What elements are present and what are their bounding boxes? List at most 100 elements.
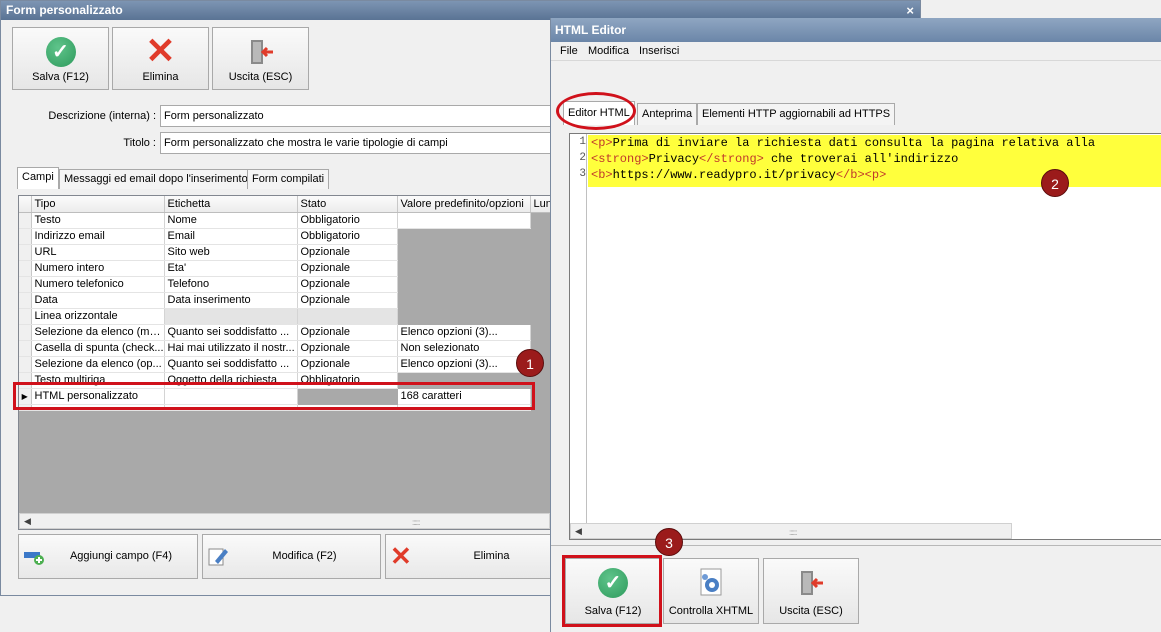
- row-indicator[interactable]: [19, 228, 32, 245]
- table-cell[interactable]: [530, 212, 550, 229]
- table-cell[interactable]: Telefono: [164, 276, 298, 293]
- table-row[interactable]: Selezione da elenco (me... Quanto sei sod…: [19, 324, 550, 341]
- code-scroll-grip[interactable]: ::::::: [789, 528, 797, 537]
- edit-button[interactable]: Modifica (F2): [202, 534, 381, 579]
- table-row[interactable]: Casella di spunta (check... Hai mai utili…: [19, 340, 550, 357]
- row-indicator[interactable]: [19, 292, 32, 309]
- row-indicator[interactable]: [19, 260, 32, 277]
- fields-grid[interactable]: Tipo Etichetta Stato Valore predefinito/…: [18, 195, 551, 530]
- exit-button[interactable]: Uscita (ESC): [212, 27, 309, 90]
- tab-campi[interactable]: Campi: [17, 167, 59, 189]
- add-field-button[interactable]: Aggiungi campo (F4): [18, 534, 198, 579]
- table-cell[interactable]: Testo: [31, 212, 165, 229]
- table-cell[interactable]: [397, 260, 531, 277]
- tab-form-compilati[interactable]: Form compilati: [247, 169, 330, 189]
- row-indicator[interactable]: [19, 340, 32, 357]
- table-row[interactable]: Data Data inserimento Opzionale: [19, 292, 550, 309]
- table-cell[interactable]: Opzionale: [297, 292, 398, 309]
- table-cell[interactable]: [397, 308, 531, 325]
- menu-file[interactable]: File: [560, 45, 578, 57]
- descrizione-input[interactable]: Form personalizzato: [160, 105, 552, 127]
- table-cell[interactable]: Quanto sei soddisfatto ...: [164, 324, 298, 341]
- table-cell[interactable]: Linea orizzontale: [31, 308, 165, 325]
- code-line[interactable]: <strong>Privacy</strong> che troverai al…: [591, 151, 958, 167]
- table-cell[interactable]: Hai mai utilizzato il nostr...: [164, 340, 298, 357]
- menu-inserisci[interactable]: Inserisci: [639, 45, 679, 57]
- table-cell[interactable]: Obbligatorio: [297, 228, 398, 245]
- table-cell[interactable]: [297, 308, 398, 325]
- table-cell[interactable]: Opzionale: [297, 244, 398, 261]
- table-cell[interactable]: Data inserimento: [164, 292, 298, 309]
- table-cell[interactable]: [397, 244, 531, 261]
- table-cell[interactable]: [530, 324, 550, 341]
- row-indicator[interactable]: [19, 244, 32, 261]
- table-cell[interactable]: Sito web: [164, 244, 298, 261]
- table-cell[interactable]: Numero intero: [31, 260, 165, 277]
- table-cell[interactable]: [164, 308, 298, 325]
- html-code-editor[interactable]: 1 2 3 <p>Prima di inviare la richiesta dat…: [569, 133, 1161, 540]
- table-cell[interactable]: [530, 260, 550, 277]
- save-button[interactable]: ✓ Salva (F12): [12, 27, 109, 90]
- table-cell[interactable]: [397, 276, 531, 293]
- table-cell[interactable]: Selezione da elenco (me...: [31, 324, 165, 341]
- column-header-etichetta[interactable]: Etichetta: [164, 196, 298, 213]
- row-indicator[interactable]: [19, 324, 32, 341]
- tab-anteprima[interactable]: Anteprima: [637, 103, 698, 125]
- table-row[interactable]: Testo Nome Obbligatorio: [19, 212, 550, 229]
- row-indicator[interactable]: [19, 276, 32, 293]
- table-cell[interactable]: Data: [31, 292, 165, 309]
- editor-exit-button[interactable]: Uscita (ESC): [763, 558, 859, 624]
- table-cell[interactable]: Opzionale: [297, 356, 398, 373]
- table-cell[interactable]: [530, 276, 550, 293]
- table-row[interactable]: URL Sito web Opzionale: [19, 244, 550, 261]
- table-cell[interactable]: Opzionale: [297, 324, 398, 341]
- code-scroll-left-arrow-icon[interactable]: ◀: [575, 526, 582, 537]
- table-cell[interactable]: [530, 308, 550, 325]
- code-line[interactable]: <b>https://www.readypro.it/privacy</b><p…: [591, 167, 886, 183]
- table-cell[interactable]: Eta': [164, 260, 298, 277]
- grid-horizontal-scrollbar[interactable]: ◀ ::::::: [19, 513, 550, 529]
- table-cell[interactable]: Opzionale: [297, 340, 398, 357]
- table-cell[interactable]: Obbligatorio: [297, 212, 398, 229]
- table-cell[interactable]: Nome: [164, 212, 298, 229]
- scroll-grip[interactable]: ::::::: [412, 518, 420, 527]
- table-row[interactable]: Indirizzo email Email Obbligatorio: [19, 228, 550, 245]
- table-cell[interactable]: Elenco opzioni (3)...: [397, 356, 531, 373]
- titolo-input[interactable]: Form personalizzato che mostra le varie …: [160, 132, 552, 154]
- table-cell[interactable]: Email: [164, 228, 298, 245]
- check-xhtml-button[interactable]: Controlla XHTML: [663, 558, 759, 624]
- row-indicator[interactable]: [19, 308, 32, 325]
- tab-elementi-http[interactable]: Elementi HTTP aggiornabili ad HTTPS: [697, 103, 896, 125]
- table-cell[interactable]: [397, 212, 531, 229]
- table-cell[interactable]: [530, 292, 550, 309]
- table-cell[interactable]: [530, 244, 550, 261]
- menu-modifica[interactable]: Modifica: [588, 45, 629, 57]
- code-horizontal-scrollbar[interactable]: ◀ ::::::: [570, 523, 1012, 539]
- tab-messaggi[interactable]: Messaggi ed email dopo l'inserimento: [59, 169, 253, 189]
- column-header-lunghezza[interactable]: Lun: [530, 196, 550, 213]
- table-cell[interactable]: Opzionale: [297, 276, 398, 293]
- row-indicator[interactable]: [19, 356, 32, 373]
- table-cell[interactable]: Selezione da elenco (op...: [31, 356, 165, 373]
- column-header-tipo[interactable]: Tipo: [31, 196, 165, 213]
- table-cell[interactable]: Elenco opzioni (3)...: [397, 324, 531, 341]
- row-indicator[interactable]: [19, 212, 32, 229]
- delete-button[interactable]: ✕ Elimina: [112, 27, 209, 90]
- table-cell[interactable]: Indirizzo email: [31, 228, 165, 245]
- table-row[interactable]: Numero intero Eta' Opzionale: [19, 260, 550, 277]
- table-cell[interactable]: [397, 292, 531, 309]
- table-cell[interactable]: [397, 228, 531, 245]
- column-header-valore[interactable]: Valore predefinito/opzioni: [397, 196, 531, 213]
- scroll-left-arrow-icon[interactable]: ◀: [24, 516, 31, 527]
- table-row[interactable]: Linea orizzontale: [19, 308, 550, 325]
- table-row[interactable]: Selezione da elenco (op... Quanto sei sod…: [19, 356, 550, 373]
- table-cell[interactable]: Quanto sei soddisfatto ...: [164, 356, 298, 373]
- table-cell[interactable]: Casella di spunta (check...: [31, 340, 165, 357]
- table-row[interactable]: Numero telefonico Telefono Opzionale: [19, 276, 550, 293]
- table-cell[interactable]: Numero telefonico: [31, 276, 165, 293]
- table-cell[interactable]: Non selezionato: [397, 340, 531, 357]
- code-line[interactable]: <p>Prima di inviare la richiesta dati co…: [591, 135, 1095, 151]
- delete-field-button[interactable]: ✕ Elimina: [385, 534, 552, 579]
- column-header-stato[interactable]: Stato: [297, 196, 398, 213]
- table-cell[interactable]: Opzionale: [297, 260, 398, 277]
